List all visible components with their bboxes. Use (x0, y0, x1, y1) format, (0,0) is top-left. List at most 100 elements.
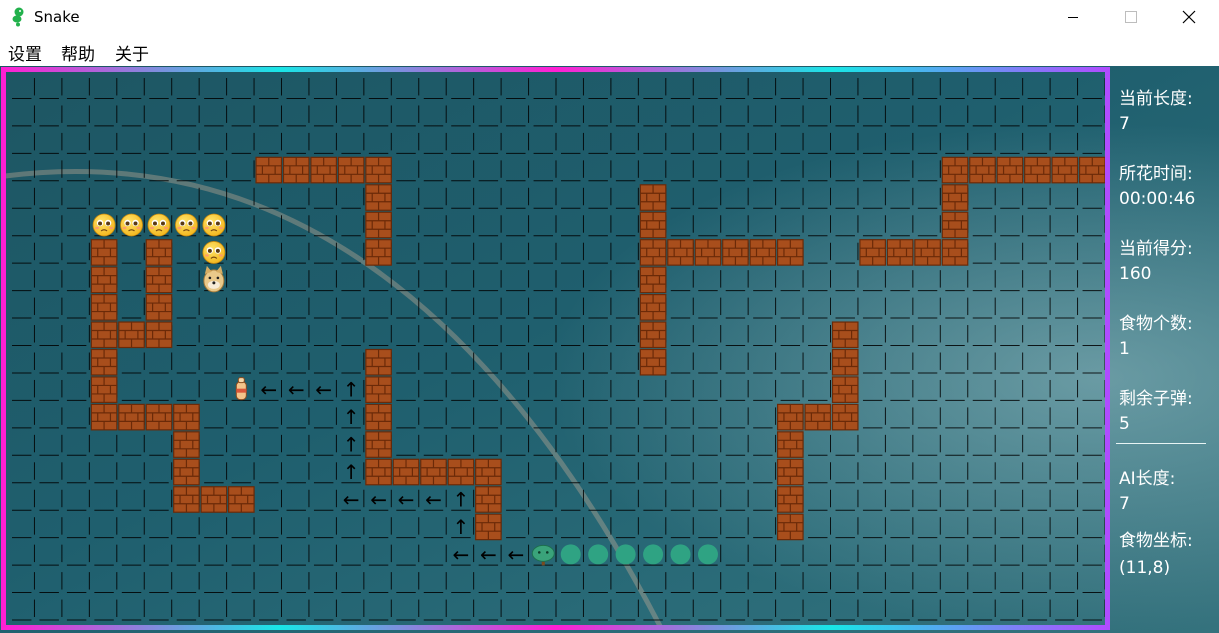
ai-snake-segment (615, 544, 636, 565)
emoji-face-icon (202, 213, 226, 237)
brick-wall (475, 458, 502, 486)
brick-wall (365, 184, 392, 211)
brick-wall (639, 211, 667, 239)
brick-wall (310, 156, 338, 184)
brick-wall (475, 513, 502, 541)
brick-wall (365, 211, 392, 239)
path-arrow: ↑ (343, 378, 360, 402)
path-arrow: ↑ (343, 433, 360, 457)
brick-wall (145, 294, 173, 321)
menu-about[interactable]: 关于 (115, 40, 149, 65)
window-title: Snake (34, 8, 80, 26)
score-label: 当前得分: (1119, 239, 1193, 259)
emoji-face-icon (202, 241, 226, 264)
menu-help[interactable]: 帮助 (61, 40, 95, 65)
brick-wall (337, 156, 365, 184)
food-count-value: 1 (1119, 339, 1130, 359)
brick-wall (392, 458, 420, 486)
minimize-button[interactable] (1044, 0, 1102, 34)
brick-wall (365, 376, 392, 404)
brick-wall (804, 403, 832, 431)
food-coordinate-label: 食物坐标: (1119, 531, 1193, 551)
brick-wall (969, 156, 996, 184)
brick-wall (667, 239, 694, 266)
current-length-value: 7 (1119, 114, 1130, 134)
current-length-label: 当前长度: (1119, 89, 1193, 109)
path-arrow: ← (425, 487, 442, 511)
emoji-face-icon (92, 213, 116, 237)
brick-wall (90, 348, 118, 376)
brick-wall (776, 513, 804, 541)
path-arrow: ← (453, 542, 470, 566)
bullets-left-value: 5 (1119, 414, 1130, 434)
info-panel: 当前长度: 7 所花时间: 00:00:46 当前得分: 160 食物个数: 1… (1112, 66, 1219, 633)
brick-wall (90, 239, 118, 266)
brick-wall (145, 403, 173, 431)
title-bar: Snake (0, 0, 1219, 36)
brick-wall (776, 458, 804, 486)
ai-snake-segment (697, 544, 718, 565)
emoji-face-icon (120, 213, 143, 237)
brick-wall (639, 321, 667, 349)
maximize-button[interactable] (1102, 0, 1160, 34)
brick-wall (255, 156, 283, 184)
panel-divider (1116, 443, 1206, 444)
brick-wall (776, 239, 804, 266)
brick-wall (420, 458, 447, 486)
elapsed-time-label: 所花时间: (1119, 164, 1193, 184)
game-scene: ← ← ← ↑ ↑ ↑ ↑ ← ← ← ← ↑ ↑ ← ← ← (0, 66, 1219, 633)
brick-wall (941, 156, 969, 184)
score-value: 160 (1119, 264, 1152, 284)
brick-wall (639, 294, 667, 321)
path-arrow: ← (370, 487, 387, 511)
food-coordinate-value: (11,8) (1119, 558, 1171, 578)
brick-wall (118, 321, 145, 349)
path-arrow: ← (398, 487, 415, 511)
path-arrow: ↑ (453, 487, 470, 511)
game-window-content: ← ← ← ↑ ↑ ↑ ↑ ← ← ← ← ↑ ↑ ← ← ← 当前长度: 7 所花时间: 00:00:46 … (0, 66, 1219, 633)
brick-wall (447, 458, 475, 486)
path-arrow: ← (480, 542, 497, 566)
brick-wall (173, 431, 200, 458)
path-arrow: ← (288, 378, 305, 402)
menu-bar: 设置 帮助 关于 (0, 36, 1219, 66)
brick-wall (639, 184, 667, 211)
elapsed-time-value: 00:00:46 (1119, 189, 1196, 209)
ai-length-label: AI长度: (1119, 469, 1176, 489)
emoji-face-icon (147, 213, 171, 237)
brick-wall (365, 458, 392, 486)
brick-wall (90, 376, 118, 404)
brick-wall (749, 239, 777, 266)
brick-wall (914, 239, 941, 266)
path-arrow: ← (260, 378, 277, 402)
path-arrow: ← (343, 487, 360, 511)
ai-snake-segment (643, 544, 664, 565)
brick-wall (776, 486, 804, 513)
ai-snake-segment (670, 544, 691, 565)
brick-wall (365, 239, 392, 266)
close-button[interactable] (1160, 0, 1218, 34)
brick-wall (145, 266, 173, 294)
ai-length-value: 7 (1119, 494, 1130, 514)
brick-wall (694, 239, 722, 266)
brick-wall (365, 403, 392, 431)
brick-wall (200, 486, 228, 513)
brick-wall (365, 431, 392, 458)
brick-wall (996, 156, 1024, 184)
brick-wall (365, 348, 392, 376)
brick-wall (831, 403, 859, 431)
bullets-left-label: 剩余子弹: (1119, 389, 1193, 409)
brick-wall (1024, 156, 1051, 184)
menu-settings[interactable]: 设置 (8, 40, 42, 65)
brick-wall (145, 321, 173, 349)
ai-snake-segment (560, 544, 581, 565)
emoji-face-icon (175, 213, 198, 237)
brick-wall (831, 376, 859, 404)
brick-wall (173, 458, 200, 486)
brick-wall (831, 321, 859, 349)
brick-wall (173, 486, 200, 513)
brick-wall (228, 486, 255, 513)
brick-wall (859, 239, 887, 266)
brick-wall (639, 266, 667, 294)
brick-wall (941, 184, 969, 211)
